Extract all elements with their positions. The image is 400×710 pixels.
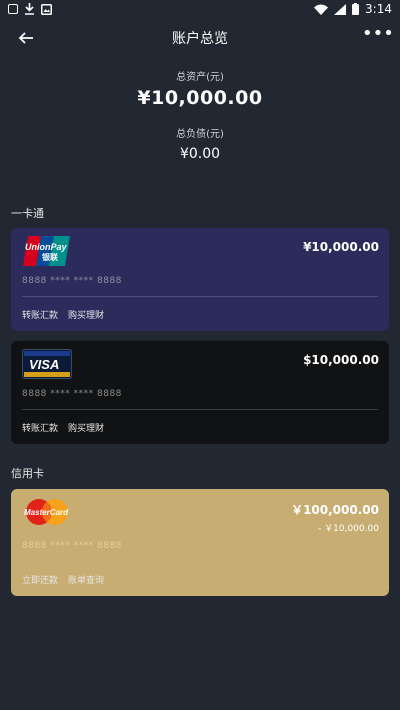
card-sub-amount: - ￥10,000.00 (318, 524, 379, 534)
repay-now-button[interactable]: 立即还款 (22, 573, 58, 586)
total-liabilities-label: 总负债(元) (176, 129, 224, 140)
bill-query-button[interactable]: 账单查询 (68, 573, 104, 586)
total-assets-value: ¥10,000.00 (137, 87, 263, 109)
card-actions: 立即还款 账单查询 (22, 573, 104, 586)
card-amount: ￥100,000.00 (291, 503, 379, 517)
unionpay-logo-icon: UnionPay 银联 (22, 236, 72, 270)
card-divider (22, 409, 378, 410)
wifi-icon (314, 4, 329, 15)
battery-icon (352, 3, 360, 15)
status-left (8, 3, 52, 15)
mastercard-card[interactable]: MasterCard ￥100,000.00 - ￥10,000.00 8888… (11, 489, 389, 596)
status-right: 3:14 (314, 2, 392, 16)
unionpay-card[interactable]: UnionPay 银联 ¥10,000.00 8888 **** **** 88… (11, 228, 389, 331)
credit-section-title: 信用卡 (11, 467, 44, 480)
transfer-button[interactable]: 转账汇款 (22, 308, 58, 321)
download-icon (24, 3, 35, 15)
page-title: 账户总览 (172, 31, 228, 47)
card-amount: ¥10,000.00 (303, 240, 379, 254)
unionpay-logo-text-bottom: 银联 (41, 252, 58, 262)
card-actions: 转账汇款 购买理财 (22, 421, 104, 434)
app-notification-icon (8, 4, 18, 14)
transfer-button[interactable]: 转账汇款 (22, 421, 58, 434)
buy-wealth-button[interactable]: 购买理财 (68, 421, 104, 434)
card-number: 8888 **** **** 8888 (22, 541, 122, 551)
total-assets-label: 总资产(元) (176, 72, 224, 83)
debit-section-title: 一卡通 (11, 207, 44, 220)
mastercard-logo-icon: MasterCard (22, 497, 72, 531)
card-number: 8888 **** **** 8888 (22, 276, 122, 286)
visa-logo-text: VISA (29, 357, 59, 372)
buy-wealth-button[interactable]: 购买理财 (68, 308, 104, 321)
app-header: 账户总览 ••• (0, 24, 400, 52)
card-number: 8888 **** **** 8888 (22, 389, 122, 399)
more-options-icon[interactable]: ••• (362, 24, 394, 48)
visa-logo-icon: VISA (22, 349, 72, 383)
photo-notification-icon (41, 3, 52, 15)
mastercard-logo-text: MasterCard (24, 508, 69, 517)
signal-icon (334, 3, 347, 15)
status-time: 3:14 (365, 2, 392, 16)
account-summary: 总资产(元) ¥10,000.00 总负债(元) ¥0.00 (0, 68, 400, 162)
card-actions: 转账汇款 购买理财 (22, 308, 104, 321)
visa-card[interactable]: VISA $10,000.00 8888 **** **** 8888 转账汇款… (11, 341, 389, 444)
back-arrow-icon[interactable] (14, 26, 38, 50)
unionpay-logo-text-top: UnionPay (25, 242, 68, 252)
card-amount: $10,000.00 (303, 353, 379, 367)
total-liabilities-value: ¥0.00 (179, 146, 221, 162)
card-divider (22, 296, 378, 297)
status-bar: 3:14 (0, 0, 400, 18)
